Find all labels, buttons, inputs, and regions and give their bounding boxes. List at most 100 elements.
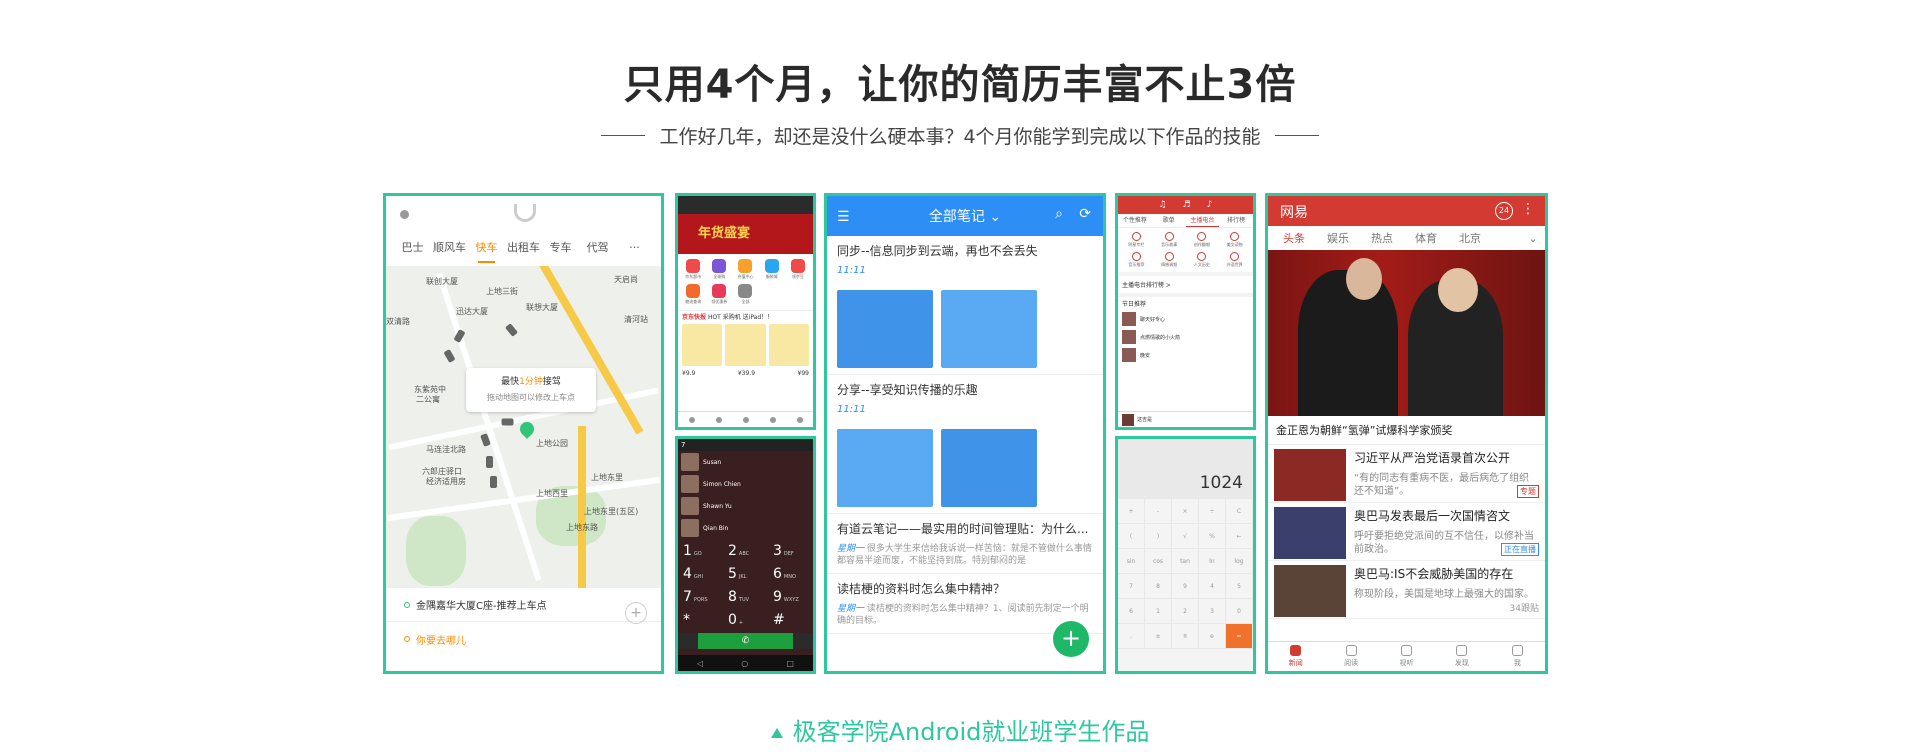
search-icon[interactable]: ⌕	[1055, 206, 1063, 222]
nav-read[interactable]: 阅读	[1323, 642, 1378, 671]
radio-category[interactable]: 外语世界	[1218, 252, 1251, 268]
calc-key[interactable]: 1	[1145, 599, 1172, 624]
tab-bus[interactable]: 巴士	[394, 239, 431, 255]
mini-player[interactable]: 这吉是	[1118, 411, 1253, 427]
calc-key[interactable]: 5	[1226, 574, 1253, 599]
dial-key[interactable]: 8 TUV	[723, 589, 768, 605]
calc-key[interactable]: π	[1172, 624, 1199, 649]
tab-premier[interactable]: 专车	[542, 239, 579, 255]
song-row[interactable]: 晚安	[1118, 346, 1253, 364]
tab-driver[interactable]: 代驾	[579, 239, 616, 255]
headline-photo[interactable]	[1268, 250, 1545, 416]
headline-caption[interactable]: 金正恩为朝鲜“氢弹”试爆科学家颁奖	[1268, 416, 1545, 445]
calc-key[interactable]: log	[1226, 549, 1253, 574]
dial-key[interactable]: 9 WXYZ	[768, 589, 813, 605]
calc-key[interactable]: sin	[1118, 549, 1145, 574]
sync-icon[interactable]: ⟳	[1079, 206, 1091, 222]
category-icon[interactable]	[715, 416, 722, 423]
tab-recommend[interactable]: 个性推荐	[1118, 214, 1152, 227]
discover-icon[interactable]	[742, 416, 749, 423]
calc-key[interactable]: ÷	[1199, 499, 1226, 524]
promo-card[interactable]	[682, 324, 723, 366]
calc-key[interactable]: 9	[1172, 574, 1199, 599]
radio-category[interactable]: 人文历史	[1186, 252, 1219, 268]
music-tab-icon[interactable]: ♫	[1159, 200, 1167, 210]
calc-key[interactable]: 7	[1118, 574, 1145, 599]
radio-ranking-link[interactable]: 主播电台排行榜 >	[1118, 272, 1253, 293]
radio-category[interactable]: 情感调频	[1153, 252, 1186, 268]
calc-key[interactable]: -	[1145, 499, 1172, 524]
calc-key[interactable]: +	[1118, 499, 1145, 524]
tab-more[interactable]: ···	[616, 241, 653, 254]
more-icon[interactable]: ⋮	[1521, 201, 1535, 217]
contact-row[interactable]: Qian Bin	[678, 517, 813, 539]
nav-discover[interactable]: 发现	[1434, 642, 1489, 671]
store-entry[interactable]: 服装城	[760, 259, 784, 280]
promo-card[interactable]	[725, 324, 766, 366]
store-entry[interactable]: 领京豆	[786, 259, 810, 280]
add-note-button[interactable]: +	[1053, 621, 1089, 657]
store-news[interactable]: 京东快报 HOT 采购机 送iPad！！	[678, 310, 813, 322]
music-tab-icon[interactable]: ♬	[1183, 200, 1191, 210]
calc-key[interactable]: (	[1118, 524, 1145, 549]
destination-row[interactable]: 你要去哪儿	[386, 622, 661, 656]
radio-category[interactable]: 音乐故事	[1153, 232, 1186, 248]
tab-charts[interactable]: 排行榜	[1219, 214, 1253, 227]
profile-icon[interactable]	[796, 416, 803, 423]
tab-carpool[interactable]: 顺风车	[431, 239, 468, 255]
news-item[interactable]: 奥巴马发表最后一次国情咨文 呼吁要拒绝党派间的互不信任，以修补当前政治。 正在直…	[1268, 503, 1545, 561]
cart-icon[interactable]	[769, 416, 776, 423]
news-item[interactable]: 习近平从严治党语录首次公开 “有的同志有重病不医，最后病危了组织还不知道”。 专…	[1268, 445, 1545, 503]
store-entry[interactable]: 全部	[733, 284, 757, 305]
tab-sports[interactable]: 体育	[1404, 230, 1448, 246]
calc-key[interactable]: ln	[1199, 549, 1226, 574]
nav-video[interactable]: 视听	[1379, 642, 1434, 671]
music-tab-icon[interactable]: ♪	[1207, 200, 1213, 210]
calc-key[interactable]: √	[1172, 524, 1199, 549]
tab-beijing[interactable]: 北京	[1448, 230, 1492, 246]
tab-playlists[interactable]: 歌单	[1152, 214, 1186, 227]
contact-row[interactable]: Shawn Yu	[678, 495, 813, 517]
dial-key[interactable]: 7 PQRS	[678, 589, 723, 605]
dial-key[interactable]: 3 DEF	[768, 543, 813, 559]
note-item[interactable]: 有道云笔记——最实用的时间管理贴：为什么... 星期一 很多大学生来信给我诉说一…	[827, 514, 1103, 574]
calc-key[interactable]: 3	[1199, 599, 1226, 624]
store-banner[interactable]: 年货盛宴	[678, 196, 813, 254]
calc-key[interactable]: .	[1118, 624, 1145, 649]
dial-key[interactable]: 4 GHI	[678, 566, 723, 582]
dial-key[interactable]: *	[678, 612, 723, 628]
back-icon[interactable]: ◁	[697, 659, 703, 668]
dial-key[interactable]: 0 +	[723, 612, 768, 628]
calc-key[interactable]: ←	[1226, 524, 1253, 549]
calc-equals-key[interactable]: =	[1226, 624, 1253, 649]
promo-card[interactable]	[768, 324, 809, 366]
dial-key[interactable]: 1 GO	[678, 543, 723, 559]
notification-badge[interactable]: 24	[1495, 202, 1513, 220]
user-icon[interactable]	[400, 210, 409, 219]
calc-key[interactable]: e	[1199, 624, 1226, 649]
calc-key[interactable]: )	[1145, 524, 1172, 549]
tab-headlines[interactable]: 头条	[1272, 230, 1316, 246]
tab-radio[interactable]: 主播电台	[1185, 214, 1220, 227]
call-button[interactable]: ✆	[698, 633, 793, 649]
add-stop-button[interactable]: +	[625, 602, 647, 624]
dial-key[interactable]: 6 MNO	[768, 566, 813, 582]
tab-entertainment[interactable]: 娱乐	[1316, 230, 1360, 246]
promo-row[interactable]	[678, 322, 813, 368]
song-row[interactable]: 聊天好专心	[1118, 310, 1253, 328]
calc-key[interactable]: 6	[1118, 599, 1145, 624]
calc-key[interactable]: 8	[1145, 574, 1172, 599]
nav-news[interactable]: 新闻	[1268, 642, 1323, 671]
notebook-selector[interactable]: 全部笔记 ⌄	[929, 206, 1001, 226]
pickup-row[interactable]: 金隅嘉华大厦C座-推荐上车点	[386, 588, 661, 622]
store-entry[interactable]: 物流查询	[681, 284, 705, 305]
calc-key[interactable]: 0	[1226, 599, 1253, 624]
radio-category[interactable]: 创作翻唱	[1186, 232, 1219, 248]
calc-key[interactable]: ±	[1145, 624, 1172, 649]
map-view[interactable]: 联创大厦 迅达大厦 联想大厦 天启尚 清河站 上地三街 东紫苑中 二公寓 马连洼…	[386, 266, 661, 588]
store-entry[interactable]: 充值中心	[733, 259, 757, 280]
store-entry[interactable]: 全球购	[707, 259, 731, 280]
calc-key[interactable]: ×	[1172, 499, 1199, 524]
note-item[interactable]: 分享--享受知识传播的乐趣 11:11	[827, 375, 1103, 514]
home-icon[interactable]: ○	[741, 659, 748, 668]
